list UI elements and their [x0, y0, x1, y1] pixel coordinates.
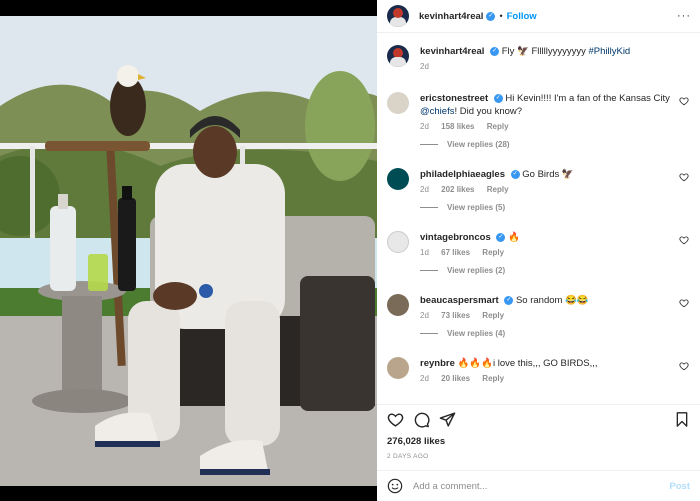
view-replies-button[interactable]: View replies (28) — [420, 140, 691, 149]
comment-likes[interactable]: 20 likes — [441, 374, 470, 383]
heart-icon[interactable] — [679, 96, 689, 106]
comment-item: philadelphiaeagles ✓ Go Birds 🦅 2d 202 l… — [387, 168, 691, 194]
dot-separator: • — [499, 11, 503, 21]
view-replies-button[interactable]: View replies (4) — [420, 329, 691, 338]
caption-author-avatar[interactable] — [387, 45, 409, 67]
comment-text: Hi Kevin!!!! I'm a fan of the Kansas Cit… — [505, 93, 670, 104]
heart-icon[interactable] — [679, 172, 689, 182]
comment-avatar[interactable] — [387, 168, 409, 190]
post-timestamp: 2 DAYS AGO — [387, 453, 429, 460]
comment-avatar[interactable] — [387, 92, 409, 114]
caption: kevinhart4real ✓ Fly 🦅 Flllllyyyyyyyy #P… — [387, 45, 691, 71]
comment-likes[interactable]: 202 likes — [441, 185, 474, 194]
verified-icon: ✓ — [510, 169, 520, 179]
comment-time: 2d — [420, 185, 429, 194]
comment-time: 2d — [420, 374, 429, 383]
comment-avatar[interactable] — [387, 357, 409, 379]
comment-item: ericstonestreet ✓ Hi Kevin!!!! I'm a fan… — [387, 92, 691, 131]
verified-icon: ✓ — [504, 295, 514, 305]
comment-text: 🔥🔥🔥i love this,,, GO BIRDS,,, — [457, 358, 598, 369]
action-bar — [377, 404, 700, 434]
post-image[interactable] — [0, 16, 377, 486]
comment-text: ! Did you know? — [454, 106, 523, 117]
share-icon[interactable] — [439, 411, 456, 428]
verified-icon: ✓ — [490, 46, 500, 56]
hashtag-link[interactable]: #PhillyKid — [589, 46, 631, 57]
caption-time: 2d — [420, 62, 429, 71]
comment-time: 2d — [420, 311, 429, 320]
comment-likes[interactable]: 158 likes — [441, 122, 474, 131]
comment-username[interactable]: reynbre — [420, 358, 455, 369]
post-button[interactable]: Post — [669, 481, 690, 492]
comment-text: Go Birds 🦅 — [522, 169, 574, 180]
post-modal: kevinhart4real ✓ • Follow ··· kevinhart4… — [0, 0, 700, 501]
caption-username[interactable]: kevinhart4real — [420, 46, 484, 57]
view-replies-button[interactable]: View replies (2) — [420, 266, 691, 275]
verified-icon: ✓ — [496, 232, 506, 242]
comment-likes[interactable]: 67 likes — [441, 248, 470, 257]
heart-icon[interactable] — [679, 361, 689, 371]
verified-icon: ✓ — [486, 11, 496, 21]
comment-username[interactable]: beaucaspersmart — [420, 295, 499, 306]
heart-icon[interactable] — [387, 411, 404, 428]
caption-text: Fly 🦅 Flllllyyyyyyyy — [501, 46, 589, 57]
post-details-panel: kevinhart4real ✓ • Follow ··· kevinhart4… — [377, 0, 700, 501]
reply-button[interactable]: Reply — [482, 374, 504, 383]
reply-button[interactable]: Reply — [487, 185, 509, 194]
comment-likes[interactable]: 73 likes — [441, 311, 470, 320]
verified-icon: ✓ — [493, 93, 503, 103]
mention-link[interactable]: @chiefs — [420, 106, 454, 117]
heart-icon[interactable] — [679, 235, 689, 245]
comment-input[interactable] — [413, 480, 670, 492]
more-options-icon[interactable]: ··· — [677, 10, 691, 22]
heart-icon[interactable] — [679, 298, 689, 308]
comment-text: 🔥 — [508, 232, 520, 243]
comment-time: 2d — [420, 122, 429, 131]
comment-icon[interactable] — [413, 411, 430, 428]
follow-button[interactable]: Follow — [507, 11, 537, 22]
comment-item: reynbre 🔥🔥🔥i love this,,, GO BIRDS,,, 2d… — [387, 357, 691, 383]
comment-username[interactable]: vintagebroncos — [420, 232, 491, 243]
view-replies-button[interactable]: View replies (5) — [420, 203, 691, 212]
emoji-icon[interactable] — [387, 478, 403, 494]
comment-time: 1d — [420, 248, 429, 257]
add-comment-bar: Post — [377, 470, 700, 501]
reply-button[interactable]: Reply — [482, 248, 504, 257]
comment-avatar[interactable] — [387, 294, 409, 316]
reply-button[interactable]: Reply — [487, 122, 509, 131]
comment-username[interactable]: philadelphiaeagles — [420, 169, 505, 180]
comment-avatar[interactable] — [387, 231, 409, 253]
reply-button[interactable]: Reply — [482, 311, 504, 320]
comment-item: beaucaspersmart ✓ So random 😂😂 2d 73 lik… — [387, 294, 691, 320]
comments-list[interactable]: kevinhart4real ✓ Fly 🦅 Flllllyyyyyyyy #P… — [377, 33, 700, 404]
author-username[interactable]: kevinhart4real — [419, 11, 483, 22]
post-photo-area — [0, 0, 377, 501]
likes-count[interactable]: 276,028 likes — [377, 434, 700, 447]
comment-text: So random 😂😂 — [515, 295, 589, 306]
author-avatar[interactable] — [387, 5, 409, 27]
comment-username[interactable]: ericstonestreet — [420, 93, 488, 104]
post-header: kevinhart4real ✓ • Follow ··· — [377, 0, 700, 33]
save-icon[interactable] — [674, 411, 690, 428]
comment-item: vintagebroncos ✓ 🔥 1d 67 likes Reply — [387, 231, 691, 257]
